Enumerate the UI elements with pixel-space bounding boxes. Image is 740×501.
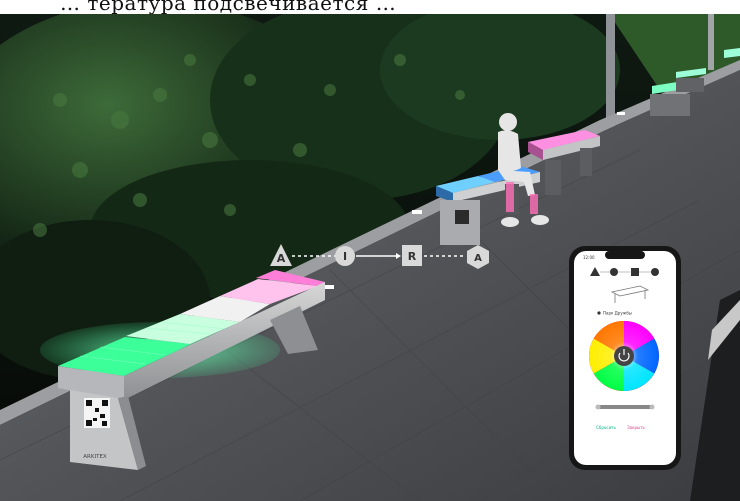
phone-location: Парк Дружбы (597, 311, 632, 316)
location-pin-icon (597, 311, 601, 315)
caption-text: … тература подсвечивается … (60, 0, 397, 14)
diagram-label-a: A (277, 252, 286, 265)
scene-art: ARKITEX A I R A 12:00 Парк Дружбы Сброси… (0, 0, 740, 501)
phone-mockup: 12:00 Парк Дружбы Сбросить Закрыть (569, 246, 681, 470)
close-button[interactable]: Закрыть (627, 425, 645, 430)
diagram-node-i: I (335, 246, 355, 266)
diagram-label-r: R (408, 250, 417, 263)
diagram-node-r: R (402, 245, 422, 266)
phone-notch (605, 251, 645, 259)
color-wheel[interactable] (589, 321, 659, 391)
diagram-label-a2: A (474, 253, 482, 264)
phone-location-label: Парк Дружбы (603, 311, 632, 316)
brightness-slider[interactable] (595, 404, 655, 410)
diagram-label-i: I (343, 250, 347, 263)
phone-status-time: 12:00 (583, 255, 595, 260)
caption-strip: … тература подсвечивается … (0, 0, 740, 14)
scene: … тература подсвечивается … ARKITEX A I … (0, 0, 740, 501)
bench-brand-label: ARKITEX (83, 454, 107, 460)
reset-button[interactable]: Сбросить (596, 425, 616, 430)
